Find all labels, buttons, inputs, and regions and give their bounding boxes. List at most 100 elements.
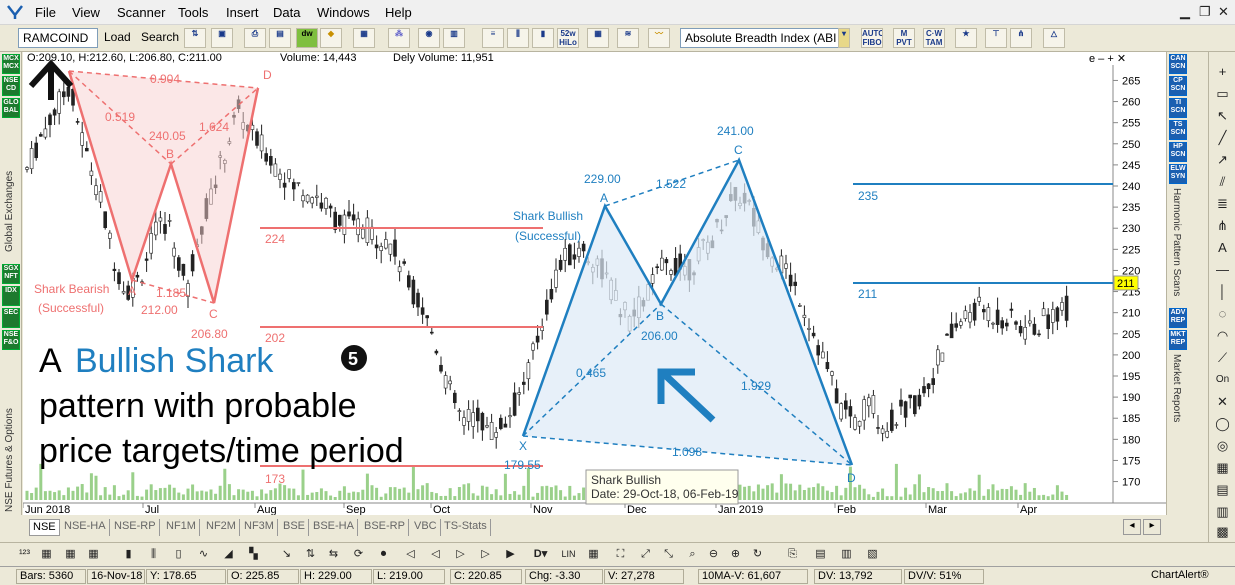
- arrow-tool-icon[interactable]: ↘: [278, 546, 295, 563]
- sgx-button[interactable]: SGX NFT: [2, 264, 20, 284]
- copy-chart-icon[interactable]: ⎘: [784, 546, 801, 563]
- compare-icon[interactable]: ⁂: [388, 28, 410, 48]
- pitchfork-icon[interactable]: ⋔: [1010, 28, 1032, 48]
- save-icon[interactable]: ▣: [211, 28, 233, 48]
- idx-button[interactable]: IDX: [2, 286, 20, 306]
- tab-ts-stats[interactable]: TS-Stats: [441, 519, 491, 536]
- elw-syn-button[interactable]: ELW SYN: [1169, 164, 1187, 184]
- spiral-icon[interactable]: ◎: [1212, 436, 1233, 457]
- template-icon[interactable]: ▦: [353, 28, 375, 48]
- symbol-input[interactable]: RAMCOIND: [18, 28, 98, 48]
- tab-nse-rp[interactable]: NSE-RP: [111, 519, 160, 536]
- menu-tools[interactable]: Tools: [178, 5, 208, 20]
- speed-line-icon[interactable]: ⟋: [1212, 348, 1233, 369]
- global-exchanges-label[interactable]: Global Exchanges: [4, 122, 15, 252]
- price-chart[interactable]: O:209.10, H:212.60, L:206.80, C:211.00 V…: [23, 52, 1166, 515]
- rectangle-select-icon[interactable]: ▭: [1212, 84, 1233, 105]
- tab-nf2m[interactable]: NF2M: [203, 519, 240, 536]
- tab-bse[interactable]: BSE: [280, 519, 310, 536]
- zoom-magnify-icon[interactable]: ⌕: [684, 546, 701, 563]
- can-scn-button[interactable]: CAN SCN: [1169, 54, 1187, 74]
- block-icon[interactable]: ▩: [1212, 522, 1233, 543]
- search-button[interactable]: Search: [141, 30, 179, 44]
- cp-scn-button[interactable]: CP SCN: [1169, 76, 1187, 96]
- grid-numbers-icon[interactable]: ▦: [38, 546, 55, 563]
- ma-icon[interactable]: ≋: [617, 28, 639, 48]
- channel-icon[interactable]: ⫽: [1212, 172, 1233, 193]
- layout-b-icon[interactable]: ▥: [838, 546, 855, 563]
- candles-icon[interactable]: ▮: [120, 546, 137, 563]
- grid-toggle-icon[interactable]: ▦: [585, 546, 602, 563]
- heikin-icon[interactable]: ▯: [170, 546, 187, 563]
- menu-scanner[interactable]: Scanner: [117, 5, 165, 20]
- mcx-button[interactable]: MCX MCX: [2, 54, 20, 74]
- tab-bse-rp[interactable]: BSE-RP: [361, 519, 409, 536]
- minimize-icon[interactable]: ▁: [1180, 4, 1190, 20]
- scroll-forward-icon[interactable]: ▷: [452, 546, 469, 563]
- zoom-out-icon[interactable]: ⊖: [705, 546, 722, 563]
- sec-button[interactable]: SEC: [2, 308, 20, 328]
- indicator-select[interactable]: Absolute Breadth Index (ABI: [680, 28, 850, 48]
- indicator-icon[interactable]: ≡: [482, 28, 504, 48]
- tab-nf3m[interactable]: NF3M: [241, 519, 278, 536]
- mpvt-button[interactable]: M PVT: [893, 28, 915, 48]
- tab-nf1m[interactable]: NF1M: [163, 519, 200, 536]
- mkt-rep-button[interactable]: MKT REP: [1169, 330, 1187, 350]
- grid-tool-icon[interactable]: ▦: [1212, 458, 1233, 479]
- record-icon[interactable]: ⏺: [375, 546, 392, 563]
- expand-icon[interactable]: ⤢: [637, 546, 654, 563]
- sync-icon[interactable]: ⟳: [350, 546, 367, 563]
- line-chart-icon[interactable]: ∿: [195, 546, 212, 563]
- trendline-icon[interactable]: ╱: [1212, 128, 1233, 149]
- zoom-in-icon[interactable]: ⊕: [727, 546, 744, 563]
- layout-icon[interactable]: ▥: [443, 28, 465, 48]
- cycle-icon[interactable]: ◌: [1212, 304, 1233, 325]
- zoom-box-icon[interactable]: ⛶: [612, 546, 629, 563]
- tab-vbc[interactable]: VBC: [411, 519, 441, 536]
- scroll-end-icon[interactable]: ▷: [477, 546, 494, 563]
- pitchfork-tool-icon[interactable]: ⋔: [1212, 216, 1233, 237]
- play-icon[interactable]: ▶: [502, 546, 519, 563]
- ray-icon[interactable]: ↗: [1212, 150, 1233, 171]
- nse-fo-button[interactable]: NSE F&O: [2, 330, 20, 350]
- bar-chart-icon[interactable]: ⫼: [507, 28, 529, 48]
- grid-icon[interactable]: ▦: [587, 28, 609, 48]
- print-icon[interactable]: ⎙: [244, 28, 266, 48]
- tab-nse[interactable]: NSE: [29, 519, 60, 536]
- layout-a-icon[interactable]: ▤: [812, 546, 829, 563]
- menu-insert[interactable]: Insert: [226, 5, 259, 20]
- pattern-icon[interactable]: △: [1043, 28, 1065, 48]
- load-button[interactable]: Load: [104, 30, 131, 44]
- cow-tam-button[interactable]: C·W TAM: [923, 28, 945, 48]
- area-icon[interactable]: ◢: [220, 546, 237, 563]
- hline-icon[interactable]: —: [1212, 260, 1233, 281]
- global-button[interactable]: GLO BAL: [2, 98, 20, 118]
- shift-icon[interactable]: ⇆: [325, 546, 342, 563]
- menu-file[interactable]: File: [35, 5, 56, 20]
- hilo-52w-button[interactable]: 52w HiLo: [557, 28, 579, 48]
- star-icon[interactable]: ★: [955, 28, 977, 48]
- text-tool-icon[interactable]: A: [1212, 238, 1233, 259]
- gann-icon[interactable]: ✕: [1212, 392, 1233, 413]
- linear-scale-icon[interactable]: LIN: [560, 546, 577, 563]
- nse-cd-button[interactable]: NSE CD: [2, 76, 20, 96]
- nse-futures-options-label[interactable]: NSE Futures & Options: [4, 352, 15, 512]
- table-tool-icon[interactable]: ▤: [1212, 480, 1233, 501]
- tab-nse-ha[interactable]: NSE-HA: [61, 519, 110, 536]
- numbers-icon[interactable]: ¹²³: [16, 546, 33, 563]
- on-toggle[interactable]: On: [1212, 370, 1233, 391]
- matrix-icon[interactable]: ▥: [1212, 502, 1233, 523]
- hp-scn-button[interactable]: HP SCN: [1169, 142, 1187, 162]
- menu-view[interactable]: View: [72, 5, 100, 20]
- arrows-icon[interactable]: ⇅: [302, 546, 319, 563]
- copy-icon[interactable]: ▤: [269, 28, 291, 48]
- adv-rep-button[interactable]: ADV REP: [1169, 308, 1187, 328]
- d-period-icon[interactable]: D▾: [532, 546, 549, 563]
- scroll-start-icon[interactable]: ◁: [402, 546, 419, 563]
- ti-scn-button[interactable]: TI SCN: [1169, 98, 1187, 118]
- number-grid2-icon[interactable]: ▦: [85, 546, 102, 563]
- ts-scn-button[interactable]: TS SCN: [1169, 120, 1187, 140]
- draw-icon[interactable]: ◆: [320, 28, 342, 48]
- volume-icon[interactable]: ▮: [532, 28, 554, 48]
- restore-icon[interactable]: ❐: [1199, 4, 1211, 20]
